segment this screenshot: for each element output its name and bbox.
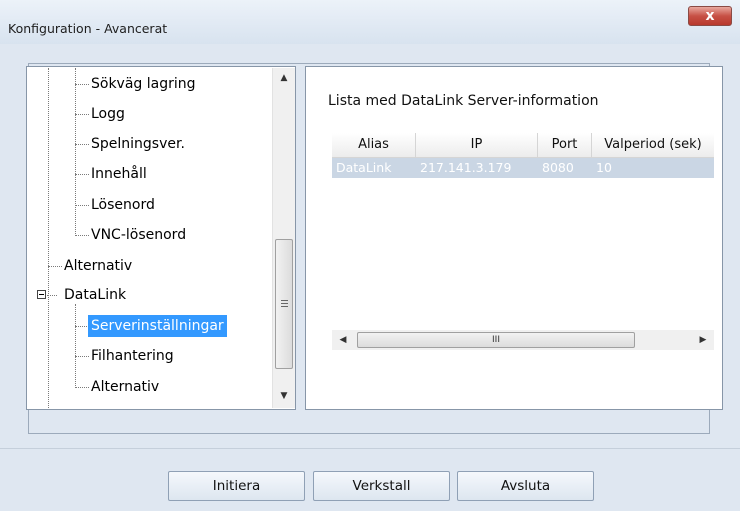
cell-alias: DataLink [336,160,392,175]
close-button[interactable]: x [688,6,732,26]
list-header: Alias IP Port Valperiod (sek) [332,133,714,158]
tree-branch [75,84,89,85]
scroll-left-icon[interactable]: ◀ [332,330,354,350]
grip-line [281,303,288,304]
tree-item-vnc-losenord[interactable]: VNC-lösenord [91,224,186,246]
cell-ip: 217.141.3.179 [420,160,512,175]
tree-scroll-thumb[interactable] [275,239,293,369]
tree-item-filhantering[interactable]: Filhantering [91,345,174,367]
avsluta-button[interactable]: Avsluta [457,471,594,501]
tree-branch [75,205,89,206]
tree-branch [75,144,89,145]
close-icon: x [705,8,715,24]
tree-scrollbar[interactable]: ▲ ▼ [272,68,295,408]
grip-line [281,300,288,301]
scroll-right-icon[interactable]: ▶ [692,330,714,350]
collapse-icon[interactable] [37,290,46,299]
config-dialog: Konfiguration - Avancerat x Sökväg lagri… [0,0,740,511]
cell-valperiod: 10 [596,160,612,175]
table-row[interactable]: DataLink 217.141.3.179 8080 10 [332,158,714,178]
tree-item-spelningsver[interactable]: Spelningsver. [91,133,185,155]
cell-port: 8080 [542,160,574,175]
server-list-title: Lista med DataLink Server-information [328,93,599,109]
initiera-button[interactable]: Initiera [168,471,305,501]
window-title: Konfiguration - Avancerat [8,21,168,36]
tree-guide-root [48,68,49,408]
tree-guide-datalink [75,304,76,388]
list-horizontal-scrollbar[interactable]: ◀ III ▶ [332,330,714,350]
tree-item-sokvag-lagring[interactable]: Sökväg lagring [91,73,196,95]
scroll-up-icon[interactable]: ▲ [273,68,295,88]
tree-item-datalink-alternativ[interactable]: Alternativ [91,376,159,398]
tree-item-logg[interactable]: Logg [91,103,125,125]
tree-branch [47,295,57,296]
column-header-ip[interactable]: IP [416,133,538,157]
tree-branch [75,326,89,327]
tree-item-losenord[interactable]: Lösenord [91,194,155,216]
column-header-port[interactable]: Port [538,133,592,157]
tree-branch [48,266,62,267]
column-header-valperiod[interactable]: Valperiod (sek) [592,133,714,157]
tree-branch [75,174,89,175]
scroll-down-icon[interactable]: ▼ [273,386,295,406]
title-bar: Konfiguration - Avancerat x [0,0,740,44]
tree-branch [75,387,89,388]
tree-item-datalink[interactable]: DataLink [64,284,126,306]
server-list-view[interactable]: Alias IP Port Valperiod (sek) DataLink 2… [332,133,714,353]
grip-line [281,306,288,307]
tree-item-serverinstallningar[interactable]: Serverinställningar [88,315,227,337]
tree-item-alternativ[interactable]: Alternativ [64,255,132,277]
tree-guide-level2 [75,68,76,236]
tree-branch [75,114,89,115]
verkstall-button[interactable]: Verkstall [313,471,450,501]
tree-branch [75,235,89,236]
column-header-alias[interactable]: Alias [332,133,416,157]
list-scroll-thumb[interactable]: III [357,332,635,348]
tree-branch [75,356,89,357]
tree-item-innehall[interactable]: Innehåll [91,163,147,185]
